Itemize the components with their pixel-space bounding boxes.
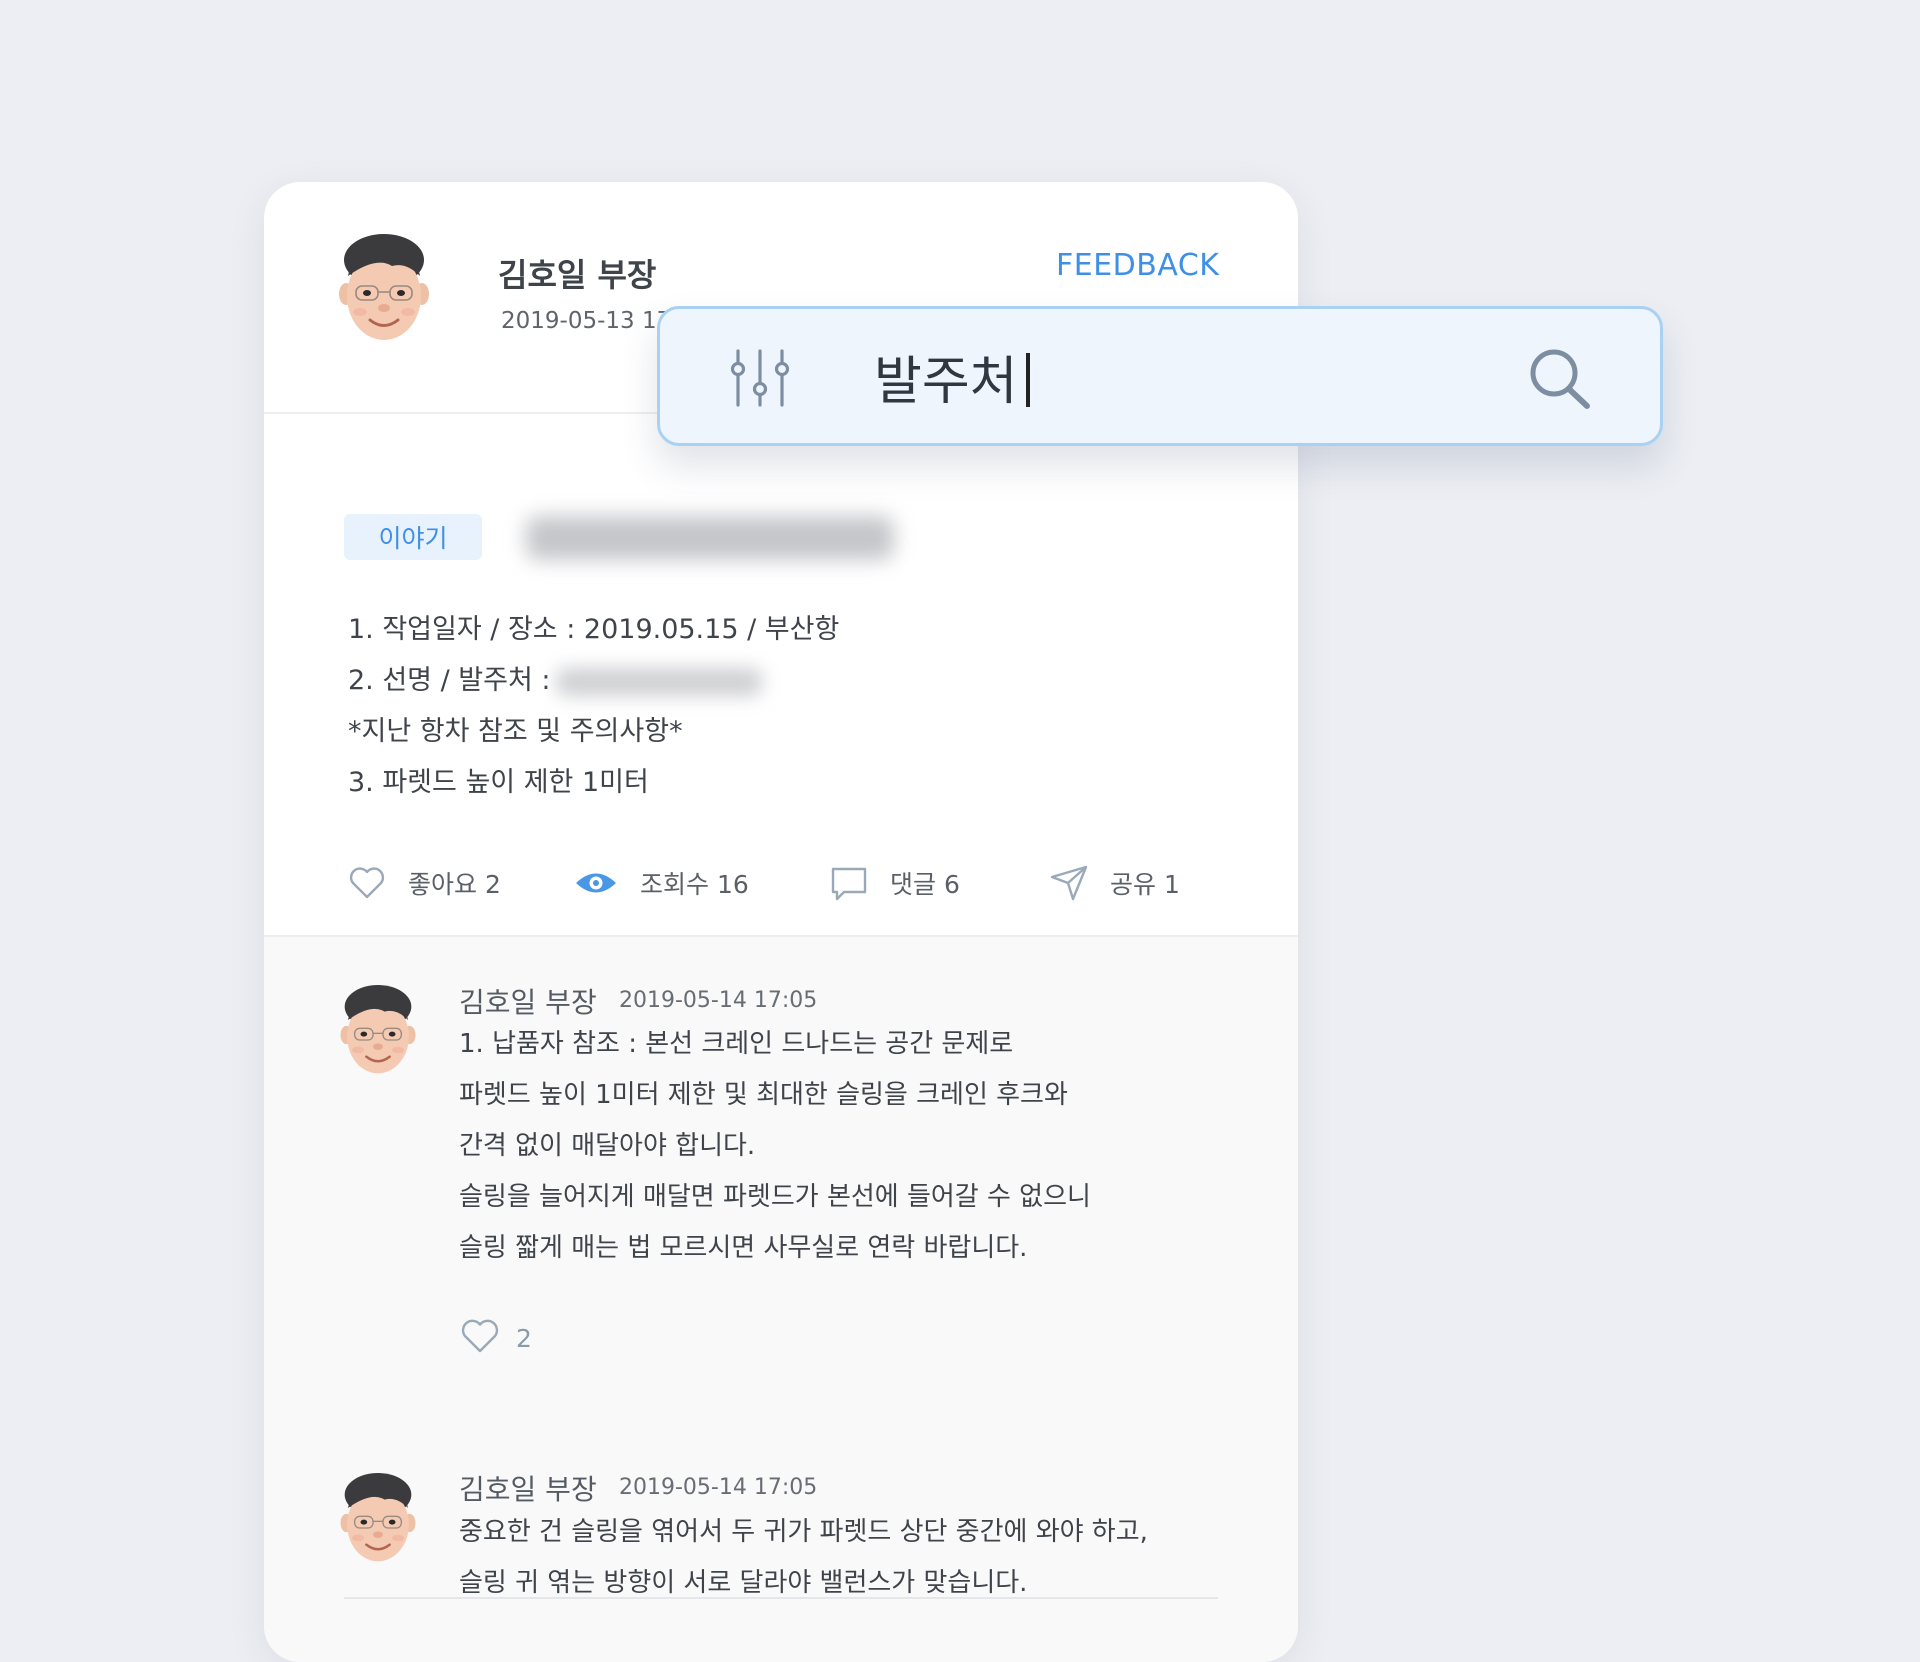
comment-date: 2019-05-14 17:05 (619, 988, 818, 1013)
comment-avatar[interactable] (338, 1470, 418, 1566)
post-date: 2019-05-13 17: (501, 308, 679, 334)
text-caret (1025, 353, 1030, 407)
blurred-post-title (526, 516, 894, 560)
post-body-line: 2. 선명 / 발주처 : (348, 655, 839, 706)
heart-icon (460, 1318, 500, 1358)
comment-line: 슬링 귀 엮는 방향이 서로 달라야 밸런스가 맞습니다. (459, 1568, 1028, 1598)
comment-line: 슬링을 늘어지게 매달면 파렛드가 본선에 들어갈 수 없으니 (459, 1182, 1091, 1212)
author-avatar[interactable] (336, 232, 432, 344)
comment-author: 김호일 부장 (459, 986, 597, 1019)
comment-date: 2019-05-14 17:05 (619, 1475, 818, 1500)
post-body-line: *지난 항차 참조 및 주의사항* (348, 716, 683, 747)
post-body: 1. 작업일자 / 장소 : 2019.05.15 / 부산항 2. 선명 / … (348, 604, 839, 808)
search-box[interactable]: 발주처 (657, 306, 1663, 446)
comment-text: 1. 납품자 참조 : 본선 크레인 드나드는 공간 문제로 파렛드 높이 1미… (459, 1019, 1091, 1274)
post-actions: 좋아요 2 조회수 16 댓글 6 공유 1 (348, 858, 1248, 908)
comment-count: 댓글 6 (890, 870, 960, 899)
blurred-vessel-name (556, 667, 763, 696)
view-count: 조회수 16 (640, 870, 749, 899)
comment-line: 중요한 건 슬링을 엮어서 두 귀가 파렛드 상단 중간에 와야 하고, (459, 1517, 1148, 1547)
author-name: 김호일 부장 (498, 256, 657, 294)
like-count: 좋아요 2 (408, 870, 501, 899)
comments-button[interactable]: 댓글 6 (830, 858, 960, 908)
comment-line: 1. 납품자 참조 : 본선 크레인 드나드는 공간 문제로 (459, 1029, 1014, 1059)
comment-avatar[interactable] (338, 982, 418, 1078)
send-icon (1050, 865, 1088, 901)
feedback-link[interactable]: FEEDBACK (1056, 248, 1219, 283)
post-body-line: 3. 파렛드 높이 제한 1미터 (348, 767, 649, 798)
search-input[interactable]: 발주처 (874, 339, 1030, 414)
share-count: 공유 1 (1110, 870, 1180, 899)
comment-line: 슬링 짧게 매는 법 모르시면 사무실로 연락 바랍니다. (459, 1233, 1028, 1263)
search-input-text: 발주처 (874, 352, 1018, 412)
sliders-icon[interactable] (728, 347, 792, 413)
comment-like-button[interactable]: 2 (460, 1318, 532, 1358)
comment-icon (830, 865, 868, 901)
like-button[interactable]: 좋아요 2 (348, 858, 501, 908)
views-button[interactable]: 조회수 16 (574, 858, 749, 908)
heart-icon (348, 866, 386, 900)
post-body-line: 1. 작업일자 / 장소 : 2019.05.15 / 부산항 (348, 614, 840, 645)
comment-like-count: 2 (516, 1323, 532, 1353)
comment-line: 간격 없이 매달아야 합니다. (459, 1131, 756, 1161)
comment-author: 김호일 부장 (459, 1473, 597, 1506)
eye-icon (574, 868, 618, 898)
post-body-line-text: 2. 선명 / 발주처 : (348, 665, 551, 696)
share-button[interactable]: 공유 1 (1050, 858, 1180, 908)
comment-line: 파렛드 높이 1미터 제한 및 최대한 슬링을 크레인 후크와 (459, 1080, 1068, 1110)
search-icon[interactable] (1525, 345, 1593, 415)
category-tag[interactable]: 이야기 (344, 514, 482, 560)
comment-text: 중요한 건 슬링을 엮어서 두 귀가 파렛드 상단 중간에 와야 하고, 슬링 … (459, 1507, 1148, 1609)
